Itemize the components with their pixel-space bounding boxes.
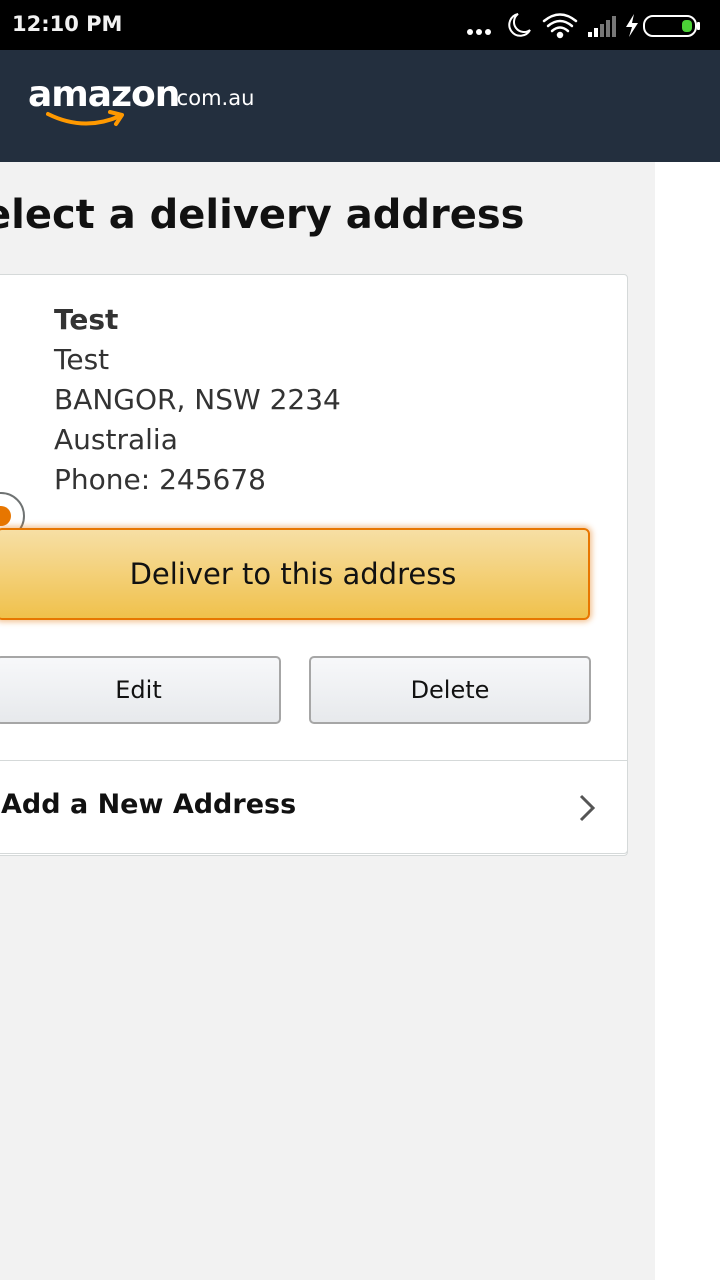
right-margin-strip	[655, 162, 720, 1280]
address-line1: Test	[54, 343, 110, 376]
deliver-to-this-address-button[interactable]: Deliver to this address	[0, 528, 590, 620]
delete-button[interactable]: Delete	[309, 656, 591, 724]
smile-arrow-icon	[46, 110, 124, 126]
add-new-address-label: Add a New Address	[1, 789, 297, 820]
logo-wordmark: amazon	[28, 74, 180, 115]
battery-icon	[643, 15, 700, 37]
edit-button[interactable]: Edit	[0, 656, 281, 724]
moon-icon	[508, 13, 531, 37]
signal-icon	[588, 16, 616, 37]
page-title: elect a delivery address	[0, 192, 525, 238]
wifi-icon	[542, 13, 578, 39]
address-country: Australia	[54, 423, 178, 456]
status-time: 12:10 PM	[12, 12, 123, 36]
radio-selected-dot	[0, 506, 11, 526]
main-content: elect a delivery address Test Test BANGO…	[0, 162, 655, 1280]
more-dots-icon	[467, 29, 491, 35]
address-city-line: BANGOR, NSW 2234	[54, 383, 341, 416]
status-bar: 12:10 PM	[0, 0, 720, 50]
add-new-address-row[interactable]: Add a New Address	[0, 760, 628, 854]
logo-domain: .com.au	[170, 86, 255, 110]
address-name: Test	[54, 303, 119, 336]
status-icons	[467, 13, 700, 39]
charging-bolt-icon	[626, 14, 638, 37]
chevron-right-icon	[579, 794, 596, 822]
address-phone: Phone: 245678	[54, 463, 266, 496]
app-header: amazon .com.au	[0, 50, 720, 162]
